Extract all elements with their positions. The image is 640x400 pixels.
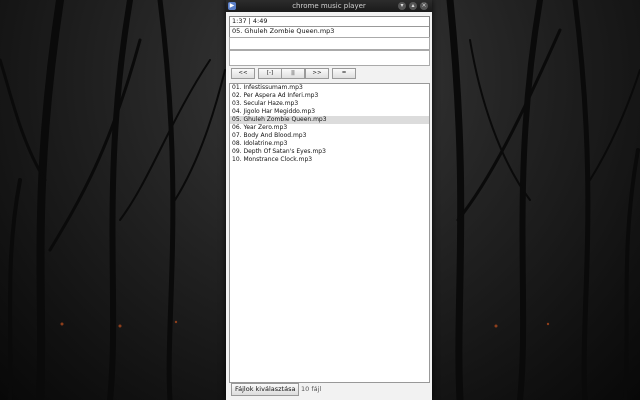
next-button[interactable]: >> [305,68,329,79]
progress-area[interactable] [229,37,430,50]
footer: Fájlok kiválasztása 10 fájl [229,383,428,396]
file-count: 10 fájl [301,385,322,393]
playlist-item[interactable]: 06. Year Zero.mp3 [230,124,429,132]
visualizer-area [229,50,430,66]
choose-files-button[interactable]: Fájlok kiválasztása [231,383,300,396]
playlist-item[interactable]: 02. Per Aspera Ad Inferi.mp3 [230,92,429,100]
maximize-icon[interactable]: ▴ [409,2,417,10]
playlist-item[interactable]: 01. Infestissumam.mp3 [230,84,429,92]
equalizer-button[interactable]: = [332,68,356,79]
playlist-item[interactable]: 05. Ghuleh Zombie Queen.mp3 [230,116,429,124]
playlist-item[interactable]: 09. Depth Of Satan's Eyes.mp3 [230,148,429,156]
playlist-item[interactable]: 07. Body And Blood.mp3 [230,132,429,140]
current-track-display: 05. Ghuleh Zombie Queen.mp3 [232,27,335,35]
playlist-item[interactable]: 04. Jigolo Har Megiddo.mp3 [230,108,429,116]
pause-button[interactable]: || [281,68,305,79]
minimize-icon[interactable]: ▾ [398,2,406,10]
close-icon[interactable]: × [420,2,428,10]
playlist-item[interactable]: 03. Secular Haze.mp3 [230,100,429,108]
playlist-item[interactable]: 08. Idolatrine.mp3 [230,140,429,148]
stop-button[interactable]: [-] [258,68,282,79]
now-playing-panel: 1:37 | 4:49 05. Ghuleh Zombie Queen.mp3 [229,16,430,38]
music-player-window: ▶ chrome music player ▾ ▴ × 1:37 | 4:49 … [226,0,432,400]
previous-button[interactable]: << [231,68,255,79]
window-titlebar[interactable]: ▶ chrome music player ▾ ▴ × [226,0,432,12]
playlist-item[interactable]: 10. Monstrance Clock.mp3 [230,156,429,164]
playlist: 01. Infestissumam.mp3 02. Per Aspera Ad I… [229,83,430,383]
playback-controls: << [-] || >> = [229,66,428,80]
time-display: 1:37 | 4:49 [230,17,429,27]
